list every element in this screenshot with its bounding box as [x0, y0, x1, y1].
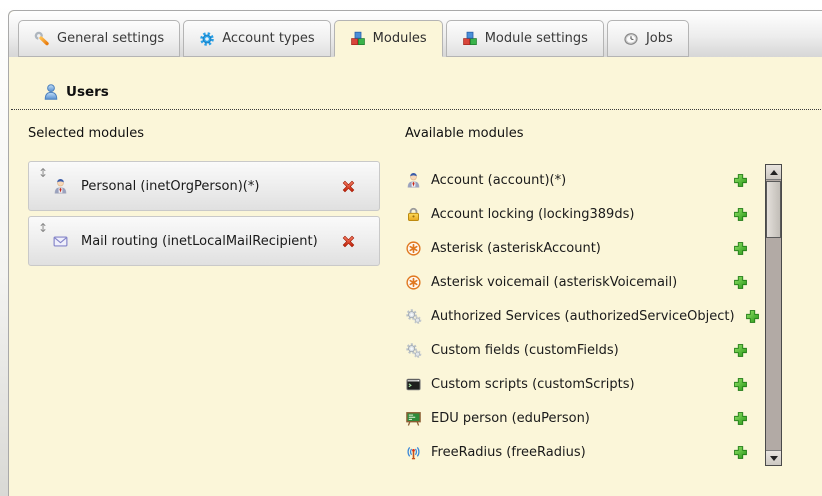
section-users: Users — [11, 83, 822, 110]
red-x-icon[interactable] — [340, 178, 357, 195]
green-plus-icon[interactable] — [732, 444, 749, 461]
mail-icon — [52, 233, 69, 250]
available-modules-column: Available modules Account (account)(*) — [405, 126, 749, 469]
tab-general-settings[interactable]: General settings — [18, 20, 180, 57]
available-modules-label: Available modules — [405, 126, 749, 141]
available-module-authorized-services: Authorized Services (authorizedServiceOb… — [405, 299, 749, 333]
tab-bar: General settings Account types Modul — [9, 11, 822, 57]
green-plus-icon[interactable] — [732, 240, 749, 257]
module-name: Asterisk voicemail (asteriskVoicemail) — [431, 275, 677, 290]
green-plus-icon[interactable] — [732, 342, 749, 359]
scrollbar-thumb[interactable] — [766, 181, 781, 238]
available-module-custom-scripts: Custom scripts (customScripts) — [405, 367, 749, 401]
tab-account-types[interactable]: Account types — [183, 20, 330, 57]
section-title: Users — [66, 84, 109, 100]
available-module-asterisk-voicemail: Asterisk voicemail (asteriskVoicemail) — [405, 265, 749, 299]
module-name: Account locking (locking389ds) — [431, 207, 634, 222]
modules-panel: Users Selected modules ↕ Personal (i — [9, 57, 822, 496]
antenna-icon — [405, 444, 422, 461]
available-module-edu-person: EDU person (eduPerson) — [405, 401, 749, 435]
module-name: Authorized Services (authorizedServiceOb… — [431, 309, 735, 324]
available-modules-scrollbar[interactable] — [765, 164, 782, 466]
module-name: EDU person (eduPerson) — [431, 411, 590, 426]
updown-arrow-icon[interactable]: ↕ — [38, 217, 52, 234]
modules-icon — [462, 31, 478, 47]
wrench-icon — [34, 31, 50, 47]
tab-jobs[interactable]: Jobs — [607, 20, 689, 57]
green-plus-icon[interactable] — [732, 206, 749, 223]
lock-icon — [405, 206, 422, 223]
module-name: Mail routing (inetLocalMailRecipient) — [81, 234, 318, 249]
triangle-up-icon — [770, 170, 778, 175]
green-plus-icon[interactable] — [732, 376, 749, 393]
available-module-account: Account (account)(*) — [405, 163, 749, 197]
selected-modules-label: Selected modules — [28, 126, 380, 141]
person-icon — [52, 178, 69, 195]
chalkboard-icon — [405, 410, 422, 427]
person-icon — [405, 172, 422, 189]
module-name: FreeRadius (freeRadius) — [431, 445, 586, 460]
green-plus-icon[interactable] — [732, 410, 749, 427]
gears-icon — [405, 342, 422, 359]
green-plus-icon[interactable] — [744, 308, 761, 325]
settings-window: General settings Account types Modul — [8, 10, 822, 496]
tab-module-settings[interactable]: Module settings — [446, 20, 604, 57]
asterisk-icon — [405, 240, 422, 257]
scroll-down-button[interactable] — [766, 450, 781, 465]
updown-arrow-icon[interactable]: ↕ — [38, 162, 52, 179]
tab-label: General settings — [57, 31, 164, 46]
available-module-custom-fields: Custom fields (customFields) — [405, 333, 749, 367]
green-plus-icon[interactable] — [732, 274, 749, 291]
clock-icon — [623, 31, 639, 47]
module-name: Personal (inetOrgPerson)(*) — [81, 179, 259, 194]
modules-icon — [350, 31, 366, 47]
tab-label: Jobs — [646, 31, 673, 46]
gear-icon — [199, 31, 215, 47]
available-module-asterisk: Asterisk (asteriskAccount) — [405, 231, 749, 265]
green-plus-icon[interactable] — [732, 172, 749, 189]
scroll-up-button[interactable] — [766, 165, 781, 180]
tab-label: Module settings — [485, 31, 588, 46]
triangle-down-icon — [770, 456, 778, 461]
available-module-freeradius: FreeRadius (freeRadius) — [405, 435, 749, 469]
asterisk-icon — [405, 274, 422, 291]
module-name: Account (account)(*) — [431, 173, 566, 188]
available-module-account-locking: Account locking (locking389ds) — [405, 197, 749, 231]
selected-module-personal[interactable]: ↕ Personal (inetOrgPerson)(*) — [28, 161, 380, 211]
user-icon — [42, 83, 60, 101]
terminal-icon — [405, 376, 422, 393]
tab-label: Modules — [373, 31, 427, 46]
module-name: Custom scripts (customScripts) — [431, 377, 635, 392]
gears-icon — [405, 308, 422, 325]
module-name: Custom fields (customFields) — [431, 343, 619, 358]
module-name: Asterisk (asteriskAccount) — [431, 241, 601, 256]
tab-modules[interactable]: Modules — [334, 20, 443, 57]
selected-module-mail-routing[interactable]: ↕ Mail routing (inetLocalMailRecipient) — [28, 216, 380, 266]
tab-label: Account types — [222, 31, 314, 46]
red-x-icon[interactable] — [340, 233, 357, 250]
selected-modules-column: Selected modules ↕ Personal (inetOrgPers… — [28, 126, 380, 271]
